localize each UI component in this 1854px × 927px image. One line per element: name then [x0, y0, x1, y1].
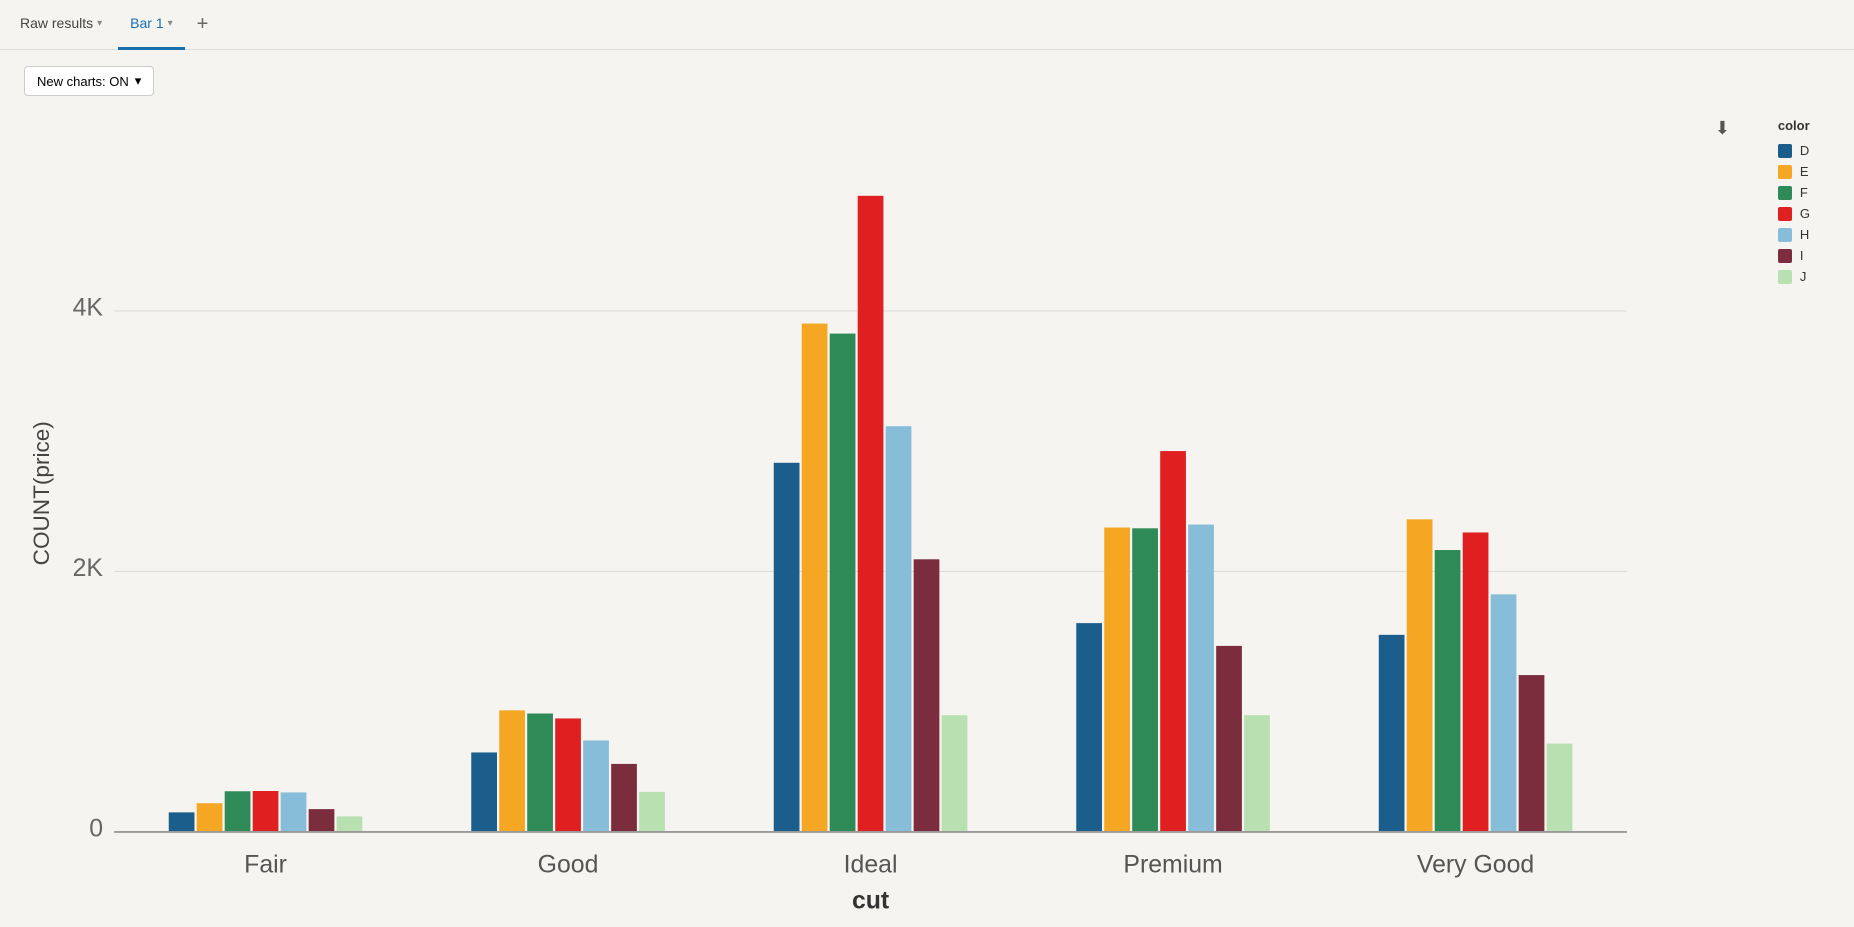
tab-add-button[interactable]: + [189, 0, 217, 50]
bar-Ideal-F[interactable] [830, 334, 856, 832]
bar-Fair-D[interactable] [169, 812, 195, 832]
tab-bar1[interactable]: Bar 1 ▾ [118, 0, 185, 50]
y-axis-label: COUNT(price) [29, 421, 54, 565]
bar-Very Good-D[interactable] [1379, 635, 1405, 832]
bar-Premium-D[interactable] [1076, 623, 1102, 832]
y-tick-label-0: 0 [89, 815, 103, 842]
bar-Good-J[interactable] [639, 792, 665, 832]
bar-Very Good-F[interactable] [1435, 550, 1461, 832]
bar-Very Good-H[interactable] [1491, 594, 1517, 832]
bar-Very Good-E[interactable] [1407, 519, 1433, 832]
bar-Premium-I[interactable] [1216, 646, 1242, 832]
new-charts-label: New charts: ON [37, 74, 129, 89]
bar-Good-D[interactable] [471, 752, 497, 831]
x-cat-label-Premium: Premium [1123, 852, 1222, 879]
bar-Ideal-H[interactable] [886, 426, 912, 832]
chart-area: New charts: ON ▾ ⬇ color DEFGHIJ 02K4KCO… [0, 50, 1854, 840]
bar-Ideal-I[interactable] [914, 559, 940, 832]
tab-bar: Raw results ▾ Bar 1 ▾ + [0, 0, 1854, 50]
new-charts-button[interactable]: New charts: ON ▾ [24, 66, 154, 96]
chart-svg: 0 2K 4K COUNT(price) Fair Good Ideal Premium Ver… [24, 108, 1830, 924]
x-cat-label-Ideal: Ideal [844, 852, 898, 879]
bar-Premium-E[interactable] [1104, 528, 1130, 832]
tab-bar1-label: Bar 1 [130, 15, 163, 31]
bar-Fair-J[interactable] [337, 816, 363, 831]
bar-Premium-G[interactable] [1160, 451, 1186, 832]
bar-Fair-I[interactable] [309, 809, 335, 832]
bar-Fair-G[interactable] [253, 791, 279, 832]
bar-Fair-H[interactable] [281, 792, 307, 831]
x-cat-label-Good: Good [538, 852, 599, 879]
tab-raw-results-chevron[interactable]: ▾ [97, 18, 102, 29]
bar-Ideal-G[interactable] [858, 196, 884, 832]
bar-Good-I[interactable] [611, 764, 637, 832]
bar-Ideal-E[interactable] [802, 324, 828, 832]
bar-Fair-E[interactable] [197, 803, 223, 832]
bar-Premium-H[interactable] [1188, 525, 1214, 832]
toolbar: New charts: ON ▾ [24, 66, 1830, 96]
bar-Good-E[interactable] [499, 710, 525, 832]
tab-bar1-chevron[interactable]: ▾ [168, 18, 173, 29]
y-tick-label-4000: 4K [73, 294, 104, 321]
bar-Ideal-J[interactable] [942, 715, 968, 832]
chart-svg-wrapper: 0 2K 4K COUNT(price) Fair Good Ideal Premium Ver… [24, 108, 1830, 924]
bar-Premium-F[interactable] [1132, 528, 1158, 832]
bar-Good-H[interactable] [583, 740, 609, 831]
tab-raw-results-label: Raw results [20, 15, 93, 31]
bar-Very Good-J[interactable] [1547, 744, 1573, 832]
bar-Ideal-D[interactable] [774, 463, 800, 832]
bar-Fair-F[interactable] [225, 791, 251, 832]
tab-raw-results[interactable]: Raw results ▾ [8, 0, 114, 50]
x-cat-label-Fair: Fair [244, 852, 287, 879]
new-charts-chevron: ▾ [135, 73, 142, 89]
bar-Very Good-G[interactable] [1463, 532, 1489, 831]
y-tick-label-2000: 2K [73, 555, 104, 582]
bar-Premium-J[interactable] [1244, 715, 1270, 832]
x-axis-label: cut [852, 888, 889, 915]
bar-Good-G[interactable] [555, 718, 581, 831]
chart-container: ⬇ color DEFGHIJ 02K4KCOUNT(price)FairGoo… [24, 108, 1830, 924]
x-cat-label-VeryGood: Very Good [1417, 852, 1534, 879]
bar-Very Good-I[interactable] [1519, 675, 1545, 832]
bar-Good-F[interactable] [527, 714, 553, 832]
